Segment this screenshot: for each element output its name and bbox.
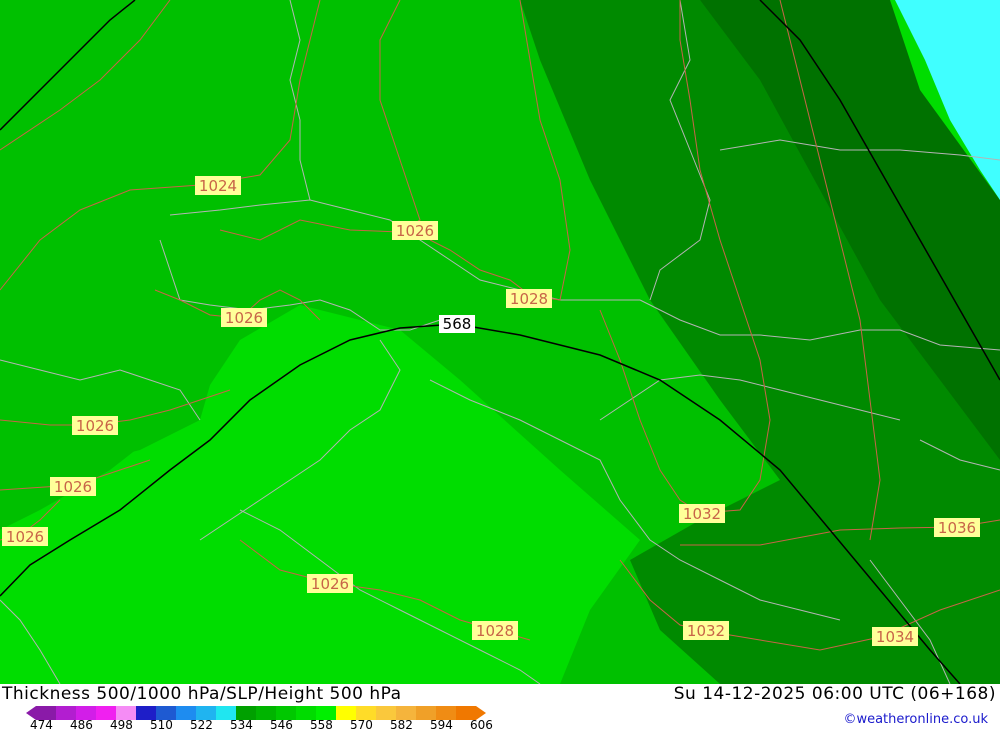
slp-label: 1034 bbox=[872, 627, 918, 646]
scale-tick-label: 558 bbox=[310, 718, 333, 732]
svg-text:1036: 1036 bbox=[938, 519, 976, 537]
slp-label: 1026 bbox=[2, 527, 48, 546]
slp-label: 1026 bbox=[392, 221, 438, 240]
slp-label: 1026 bbox=[307, 574, 353, 593]
svg-text:1032: 1032 bbox=[687, 622, 725, 640]
svg-text:1028: 1028 bbox=[476, 622, 514, 640]
map-canvas: 1024 1026 1026 1028 1026 1026 1026 1026 … bbox=[0, 0, 1000, 684]
scale-tick-label: 522 bbox=[190, 718, 213, 732]
color-scale bbox=[26, 706, 486, 720]
slp-label: 1026 bbox=[50, 477, 96, 496]
slp-label: 1028 bbox=[506, 289, 552, 308]
svg-text:1026: 1026 bbox=[396, 222, 434, 240]
svg-text:568: 568 bbox=[443, 315, 472, 333]
svg-text:1024: 1024 bbox=[199, 177, 237, 195]
slp-label: 1026 bbox=[72, 416, 118, 435]
svg-text:1032: 1032 bbox=[683, 505, 721, 523]
slp-label: 1026 bbox=[221, 308, 267, 327]
scale-tick-label: 606 bbox=[470, 718, 493, 732]
scale-tick-label: 474 bbox=[30, 718, 53, 732]
svg-text:1026: 1026 bbox=[54, 478, 92, 496]
slp-label: 1032 bbox=[683, 621, 729, 640]
svg-text:1028: 1028 bbox=[510, 290, 548, 308]
scale-tick-label: 546 bbox=[270, 718, 293, 732]
height-label: 568 bbox=[439, 315, 475, 333]
svg-text:1034: 1034 bbox=[876, 628, 914, 646]
scale-tick-label: 510 bbox=[150, 718, 173, 732]
scale-tick-label: 534 bbox=[230, 718, 253, 732]
footer: Thickness 500/1000 hPa/SLP/Height 500 hP… bbox=[0, 684, 1000, 733]
slp-label: 1024 bbox=[195, 176, 241, 195]
svg-text:1026: 1026 bbox=[6, 528, 44, 546]
map-datetime: Su 14-12-2025 06:00 UTC (06+168) bbox=[673, 684, 996, 704]
credit-link[interactable]: ©weatheronline.co.uk bbox=[843, 712, 988, 727]
scale-tick-label: 594 bbox=[430, 718, 453, 732]
scale-tick-label: 582 bbox=[390, 718, 413, 732]
scale-tick-label: 498 bbox=[110, 718, 133, 732]
svg-text:1026: 1026 bbox=[225, 309, 263, 327]
scale-tick-label: 570 bbox=[350, 718, 373, 732]
slp-label: 1028 bbox=[472, 621, 518, 640]
svg-text:1026: 1026 bbox=[76, 417, 114, 435]
map-title: Thickness 500/1000 hPa/SLP/Height 500 hP… bbox=[2, 684, 402, 704]
svg-text:1026: 1026 bbox=[311, 575, 349, 593]
slp-label: 1032 bbox=[679, 504, 725, 523]
slp-label: 1036 bbox=[934, 518, 980, 537]
scale-tick-label: 486 bbox=[70, 718, 93, 732]
